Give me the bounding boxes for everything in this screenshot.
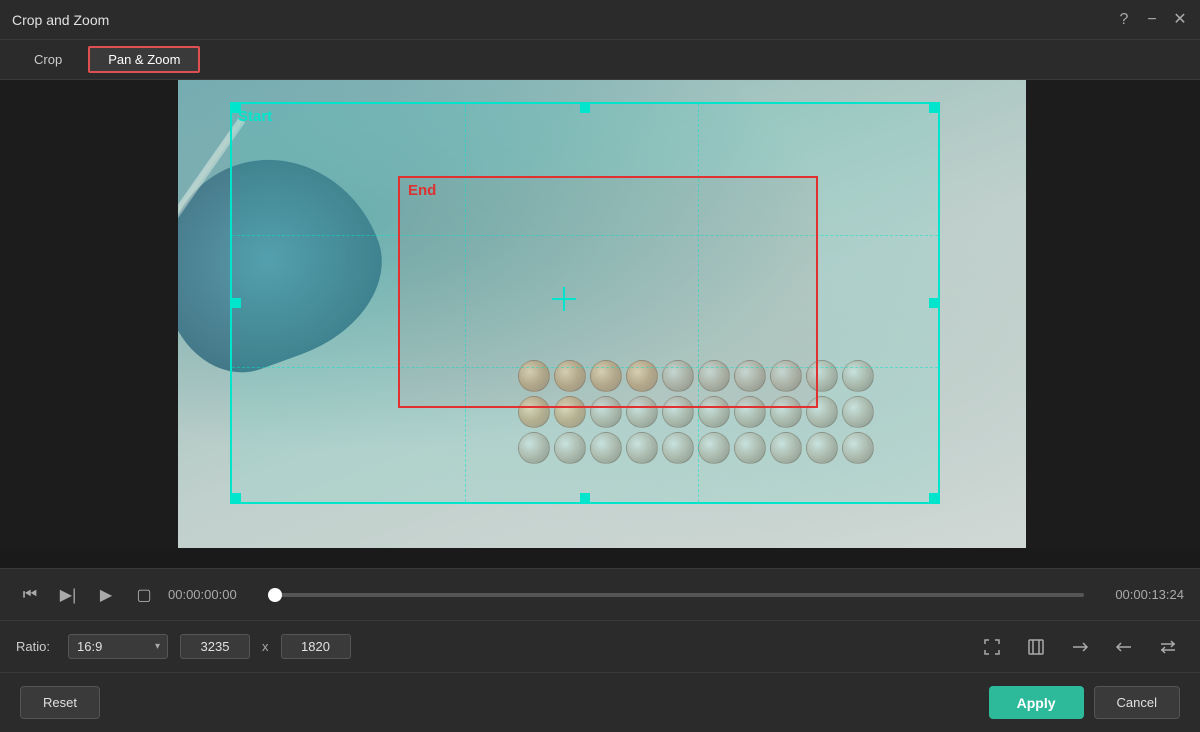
stop-button[interactable]: ▢: [130, 581, 158, 609]
window-title: Crop and Zoom: [12, 12, 109, 28]
skip-back-button[interactable]: ⏮: [16, 581, 44, 609]
playhead[interactable]: [268, 588, 282, 602]
handle-top-mid[interactable]: [580, 103, 590, 113]
title-bar-controls: ? − ✕: [1116, 12, 1188, 28]
timeline-track[interactable]: [268, 593, 1084, 597]
start-label: Start: [238, 108, 272, 125]
play-button[interactable]: ▶: [92, 581, 120, 609]
title-bar: Crop and Zoom ? − ✕: [0, 0, 1200, 40]
fullscreen-button[interactable]: [1020, 631, 1052, 663]
dimension-separator: x: [262, 639, 269, 654]
handle-top-left[interactable]: [231, 103, 241, 113]
fit-to-screen-button[interactable]: [976, 631, 1008, 663]
width-input[interactable]: [180, 634, 250, 659]
tab-crop[interactable]: Crop: [16, 48, 80, 71]
cancel-button[interactable]: Cancel: [1094, 686, 1180, 719]
handle-bottom-left[interactable]: [231, 493, 241, 503]
apply-button[interactable]: Apply: [989, 686, 1084, 719]
reset-button[interactable]: Reset: [20, 686, 100, 719]
align-end-button[interactable]: [1064, 631, 1096, 663]
video-preview: Start End: [178, 80, 1026, 548]
handle-top-right[interactable]: [929, 103, 939, 113]
footer-row: Reset Apply Cancel: [0, 672, 1200, 732]
minimize-button[interactable]: −: [1144, 12, 1160, 28]
close-button[interactable]: ✕: [1172, 12, 1188, 28]
tabs-row: Crop Pan & Zoom: [0, 40, 1200, 80]
side-panel-left: [0, 80, 178, 548]
timecode-start: 00:00:00:00: [168, 587, 258, 602]
frame-back-button[interactable]: ▶|: [54, 581, 82, 609]
footer-right: Apply Cancel: [989, 686, 1180, 719]
handle-left-mid[interactable]: [231, 298, 241, 308]
end-label: End: [408, 182, 436, 199]
align-start-button[interactable]: [1108, 631, 1140, 663]
ratio-label: Ratio:: [16, 639, 56, 654]
timecode-end: 00:00:13:24: [1094, 587, 1184, 602]
crosshair: [552, 287, 576, 311]
settings-row: Ratio: 16:9 4:3 1:1 9:16 Custom ▾ x: [0, 620, 1200, 672]
side-panel-right: [1026, 80, 1200, 548]
help-button[interactable]: ?: [1116, 12, 1132, 28]
handle-bottom-mid[interactable]: [580, 493, 590, 503]
end-crop-box[interactable]: End: [398, 176, 818, 408]
timeline-row: ⏮ ▶| ▶ ▢ 00:00:00:00 00:00:13:24: [0, 568, 1200, 620]
title-bar-left: Crop and Zoom: [12, 12, 109, 28]
video-area: Start End: [0, 80, 1200, 568]
ratio-select-wrapper: 16:9 4:3 1:1 9:16 Custom ▾: [68, 634, 168, 659]
crosshair-vertical: [563, 287, 565, 311]
handle-bottom-right[interactable]: [929, 493, 939, 503]
ratio-select[interactable]: 16:9 4:3 1:1 9:16 Custom: [68, 634, 168, 659]
swap-button[interactable]: [1152, 631, 1184, 663]
handle-right-mid[interactable]: [929, 298, 939, 308]
height-input[interactable]: [281, 634, 351, 659]
tab-pan-zoom[interactable]: Pan & Zoom: [88, 46, 200, 73]
